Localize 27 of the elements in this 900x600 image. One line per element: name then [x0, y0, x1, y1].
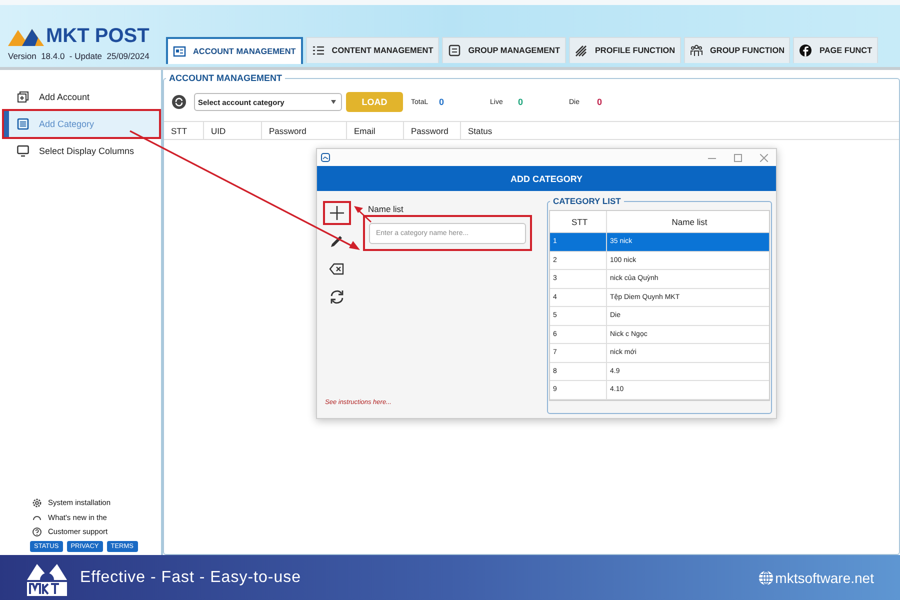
- column-header: Email: [347, 122, 404, 139]
- column-header: Password: [404, 122, 461, 139]
- version-text: Version 18.4.0 - Update 25/09/2024: [8, 51, 150, 61]
- stat-value: 0: [596, 97, 604, 107]
- tab[interactable]: ACCOUNT MANAGEMENT: [166, 37, 303, 64]
- field-label: Name list: [368, 204, 404, 214]
- slogan-text: Effective - Fast - Easy-to-use: [80, 568, 301, 586]
- column-header: UID: [204, 122, 262, 139]
- stat-value: 0: [438, 97, 446, 107]
- tab[interactable]: PROFILE FUNCTION: [568, 37, 682, 63]
- column-header: STT: [550, 211, 607, 232]
- column-header: Status: [467, 125, 494, 138]
- sidebar-item[interactable]: Select Display Columns: [4, 138, 159, 164]
- tab[interactable]: CONTENT MANAGEMENT: [306, 37, 440, 63]
- tab[interactable]: PAGE FUNCT: [793, 37, 878, 63]
- website-text: mktsoftware.net: [775, 570, 874, 586]
- column-header: Name list: [670, 216, 708, 228]
- dialog-header: ADD CATEGORY: [317, 166, 776, 191]
- tab[interactable]: GROUP MANAGEMENT: [442, 37, 566, 63]
- column-header: Password: [262, 122, 347, 139]
- app-title: MKT POST: [46, 26, 150, 46]
- group-title: CATEGORY LIST: [552, 196, 622, 206]
- column-header: STT: [164, 122, 204, 139]
- stat-value: 0: [517, 97, 524, 107]
- tab[interactable]: GROUP FUNCTION: [684, 37, 790, 63]
- group-title: ACCOUNT MANAGEMENT: [168, 73, 283, 83]
- sidebar-item[interactable]: Add Account: [4, 84, 159, 110]
